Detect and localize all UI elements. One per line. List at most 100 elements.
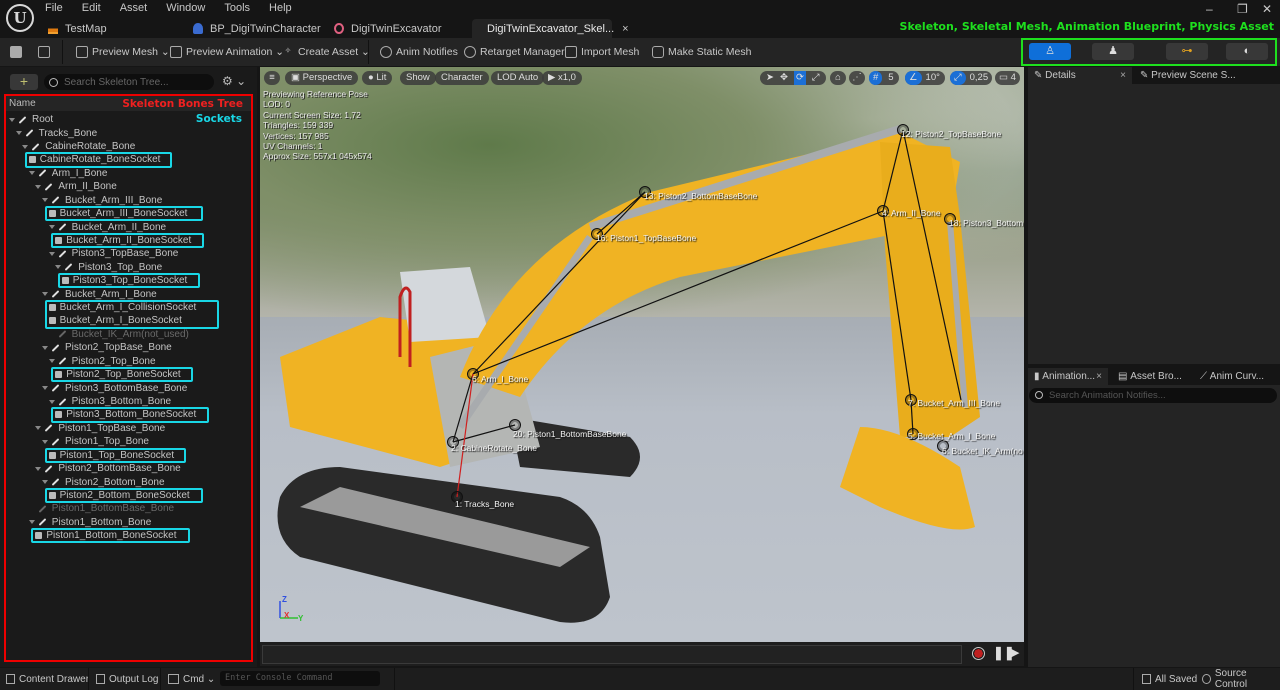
skeleton-mode-button[interactable]: ♙ [1029, 43, 1071, 60]
perspective-button[interactable]: ▣ Perspective [285, 71, 359, 85]
grid-snap-button[interactable]: #5 [869, 71, 899, 85]
all-saved-indicator[interactable]: All Saved [1142, 672, 1197, 686]
bone-row[interactable]: Bucket_Arm_II_Bone [48, 220, 166, 233]
playback-speed-button[interactable]: ▶ x1,0 [542, 71, 582, 85]
timeline-scrubber[interactable] [262, 645, 962, 664]
menu-edit[interactable]: Edit [82, 2, 101, 14]
lod-auto-button[interactable]: LOD Auto [491, 71, 545, 85]
settings-gear-icon[interactable]: ⚙ ⌄ [222, 74, 246, 88]
expand-arrow-icon[interactable] [48, 251, 55, 256]
bone-row[interactable]: Arm_I_Bone [28, 167, 107, 180]
tab-digitwinexcavator[interactable]: DigiTwinExcavator [326, 19, 471, 38]
expand-arrow-icon[interactable] [28, 520, 35, 525]
tab-anim-curves[interactable]: ⟋ Anim Curv... [1194, 368, 1280, 385]
bone-row[interactable]: Piston3_Bottom_Bone [48, 395, 171, 408]
console-command-input[interactable]: Enter Console Command [220, 671, 380, 686]
bone-row[interactable]: Piston1_Bottom_Bone [28, 516, 151, 529]
tab-preview-scene-settings[interactable]: ✎ Preview Scene S... [1134, 67, 1254, 84]
close-button[interactable]: ✕ [1262, 2, 1272, 16]
source-control-button[interactable]: Source Control [1202, 668, 1280, 690]
lit-button[interactable]: ● Lit [362, 71, 393, 85]
physics-asset-mode-button[interactable]: ◐ [1226, 43, 1268, 60]
animation-blueprint-mode-button[interactable]: ⊶ [1166, 43, 1208, 60]
content-drawer-button[interactable]: Content Drawer [6, 672, 89, 686]
browse-button[interactable] [38, 43, 54, 61]
menu-asset[interactable]: Asset [120, 2, 148, 14]
bone-row[interactable]: Piston3_Top_Bone [55, 261, 162, 274]
skeleton-tree-search-input[interactable]: Search Skeleton Tree... [44, 74, 214, 90]
coordinate-space-button[interactable]: ⌂ [830, 71, 846, 85]
bone-row[interactable]: Piston2_Top_Bone [48, 355, 156, 368]
tab-close-icon[interactable]: × [1096, 368, 1102, 385]
translate-icon[interactable]: ✥ [780, 71, 788, 85]
menu-help[interactable]: Help [269, 2, 292, 14]
expand-arrow-icon[interactable] [42, 386, 48, 391]
cmd-dropdown[interactable]: Cmd ⌄ [168, 672, 215, 686]
minimize-button[interactable]: – [1206, 2, 1213, 16]
tab-animation-notifies[interactable]: ▮ Animation... × [1028, 368, 1108, 385]
menu-window[interactable]: Window [166, 2, 205, 14]
output-log-button[interactable]: Output Log [96, 672, 158, 686]
tab-asset-browser[interactable]: ▤ Asset Bro... [1112, 368, 1192, 385]
bone-row[interactable]: Tracks_Bone [15, 126, 97, 139]
expand-arrow-icon[interactable] [42, 198, 48, 203]
anim-notifies-button[interactable]: Anim Notifies [380, 43, 458, 61]
expand-arrow-icon[interactable] [48, 399, 55, 404]
camera-speed-button[interactable]: ▭ 4 [995, 71, 1020, 85]
bone-row[interactable]: Piston1_Top_Bone [42, 435, 149, 448]
save-button[interactable] [10, 43, 26, 61]
bone-row[interactable]: Piston2_TopBase_Bone [42, 341, 172, 354]
viewport-menu-button[interactable]: ≡ [264, 71, 280, 85]
menu-tools[interactable]: Tools [224, 2, 250, 14]
import-mesh-button[interactable]: Import Mesh [565, 43, 639, 61]
expand-arrow-icon[interactable] [42, 292, 48, 297]
bone-row[interactable]: Bucket_Arm_III_Bone [42, 194, 162, 207]
show-button[interactable]: Show [400, 71, 436, 85]
expand-arrow-icon[interactable] [42, 480, 48, 485]
rotation-snap-button[interactable]: ∠ 10° [905, 71, 945, 85]
preview-animation-dropdown[interactable]: Preview Animation ⌄ [170, 43, 284, 61]
tab-testmap[interactable]: TestMap [40, 19, 180, 38]
expand-arrow-icon[interactable] [35, 466, 42, 471]
skeletal-mesh-mode-button[interactable]: ♟ [1092, 43, 1134, 60]
bone-row[interactable]: Root [9, 113, 53, 126]
character-button[interactable]: Character [435, 71, 489, 85]
make-static-mesh-button[interactable]: Make Static Mesh [652, 43, 751, 61]
bone-row[interactable]: Piston1_TopBase_Bone [35, 422, 165, 435]
create-asset-dropdown[interactable]: ✧ Create Asset ⌄ [282, 43, 370, 61]
menu-file[interactable]: File [45, 2, 63, 14]
rotate-icon[interactable]: ⟳ [793, 71, 806, 85]
notify-search-input[interactable]: Search Animation Notifies... [1029, 388, 1277, 403]
select-icon[interactable]: ➤ [766, 71, 774, 85]
scale-snap-button[interactable]: ⤢ 0,25 [950, 71, 993, 85]
tab-close-icon[interactable]: × [1120, 67, 1126, 84]
bone-row[interactable]: Bucket_IK_Arm(not_used) [49, 328, 189, 341]
expand-arrow-icon[interactable] [9, 117, 15, 122]
retarget-manager-button[interactable]: Retarget Manager [464, 43, 565, 61]
bone-row[interactable]: Bucket_Arm_I_Bone [42, 287, 157, 300]
bone-row[interactable]: CabineRotate_Bone [22, 140, 135, 153]
bone-row[interactable]: Piston3_TopBase_Bone [48, 247, 178, 260]
step-forward-icon[interactable]: ▶ [1011, 646, 1019, 659]
add-button[interactable]: + [10, 74, 38, 90]
expand-arrow-icon[interactable] [42, 439, 48, 444]
bone-row[interactable]: Piston2_Bottom_Bone [42, 475, 165, 488]
expand-arrow-icon[interactable] [35, 426, 42, 431]
scale-icon[interactable]: ⤢ [812, 71, 820, 85]
expand-arrow-icon[interactable] [15, 131, 22, 136]
bone-row[interactable]: Piston1_BottomBase_Bone [29, 502, 174, 515]
surface-snap-button[interactable]: ⋰ [849, 71, 865, 85]
expand-arrow-icon[interactable] [55, 265, 62, 270]
tab-close-icon[interactable]: × [622, 23, 628, 35]
expand-arrow-icon[interactable] [48, 359, 55, 364]
bone-row[interactable]: Piston3_BottomBase_Bone [42, 381, 187, 394]
expand-arrow-icon[interactable] [42, 345, 48, 350]
tab-details[interactable]: ✎ Details × [1028, 67, 1132, 84]
restore-button[interactable]: ❐ [1237, 2, 1248, 16]
expand-arrow-icon[interactable] [28, 171, 35, 176]
expand-arrow-icon[interactable] [35, 184, 42, 189]
bone-row[interactable]: Piston2_BottomBase_Bone [35, 462, 181, 475]
preview-viewport[interactable]: 12: Piston2_TopBaseBone 13: Piston2_Bott… [260, 67, 1024, 642]
expand-arrow-icon[interactable] [48, 225, 55, 230]
expand-arrow-icon[interactable] [22, 144, 29, 149]
